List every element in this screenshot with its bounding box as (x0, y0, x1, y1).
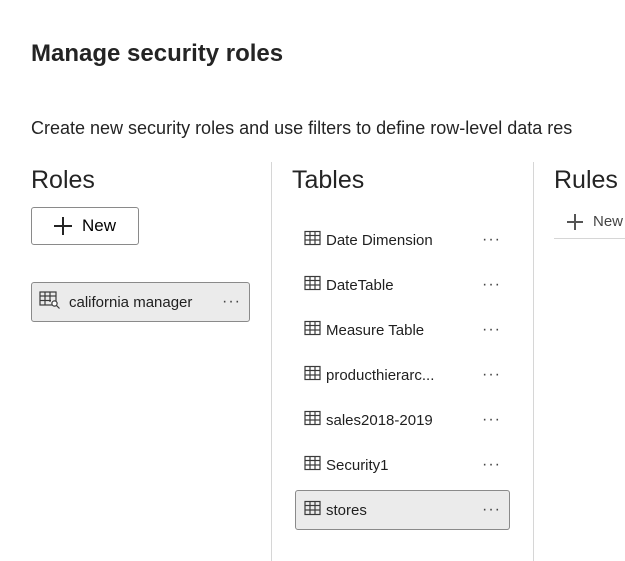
table-grid-icon (304, 230, 321, 250)
table-grid-icon (304, 500, 321, 520)
table-grid-icon (304, 455, 321, 475)
table-item-datetable[interactable]: DateTable ··· (295, 265, 510, 305)
new-role-button[interactable]: New (31, 207, 139, 245)
new-role-label: New (81, 216, 116, 235)
table-item-label: Measure Table (326, 321, 425, 339)
tables-list: Date Dimension ··· DateTable ··· Measure Tab… (295, 220, 510, 535)
more-options-icon[interactable]: ··· (482, 321, 509, 339)
plus-icon (53, 217, 72, 235)
roles-heading: Roles (31, 166, 95, 194)
rules-heading: Rules (554, 166, 618, 194)
new-rule-button[interactable]: New (554, 205, 625, 239)
more-options-icon[interactable]: ··· (222, 293, 249, 311)
table-item-label: DateTable (326, 276, 394, 294)
plus-icon (567, 213, 583, 230)
table-item-measure-table[interactable]: Measure Table ··· (295, 310, 510, 350)
table-grid-icon (304, 410, 321, 430)
tables-heading: Tables (292, 166, 365, 194)
page-description: Create new security roles and use filter… (31, 118, 573, 138)
table-item-security1[interactable]: Security1 ··· (295, 445, 510, 485)
role-item-label: california manager (69, 293, 193, 311)
more-options-icon[interactable]: ··· (482, 231, 509, 249)
page-title: Manage security roles (31, 40, 284, 67)
table-item-sales2018-2019[interactable]: sales2018-2019 ··· (295, 400, 510, 440)
table-item-label: producthierarc... (326, 366, 435, 384)
column-divider (271, 162, 272, 561)
table-item-label: sales2018-2019 (326, 411, 433, 429)
more-options-icon[interactable]: ··· (482, 366, 509, 384)
table-item-producthierarc[interactable]: producthierarc... ··· (295, 355, 510, 395)
table-grid-icon (304, 320, 321, 340)
new-rule-label: New (593, 213, 624, 230)
column-divider (533, 162, 534, 561)
table-item-date-dimension[interactable]: Date Dimension ··· (295, 220, 510, 260)
table-item-label: Security1 (326, 456, 389, 474)
table-with-key-icon (39, 290, 61, 314)
table-grid-icon (304, 275, 321, 295)
table-grid-icon (304, 365, 321, 385)
table-item-label: stores (326, 501, 367, 519)
role-item-california-manager[interactable]: california manager ··· (31, 282, 250, 322)
table-item-stores[interactable]: stores ··· (295, 490, 510, 530)
table-item-label: Date Dimension (326, 231, 433, 249)
more-options-icon[interactable]: ··· (482, 411, 509, 429)
more-options-icon[interactable]: ··· (482, 276, 509, 294)
more-options-icon[interactable]: ··· (482, 456, 509, 474)
more-options-icon[interactable]: ··· (482, 501, 509, 519)
